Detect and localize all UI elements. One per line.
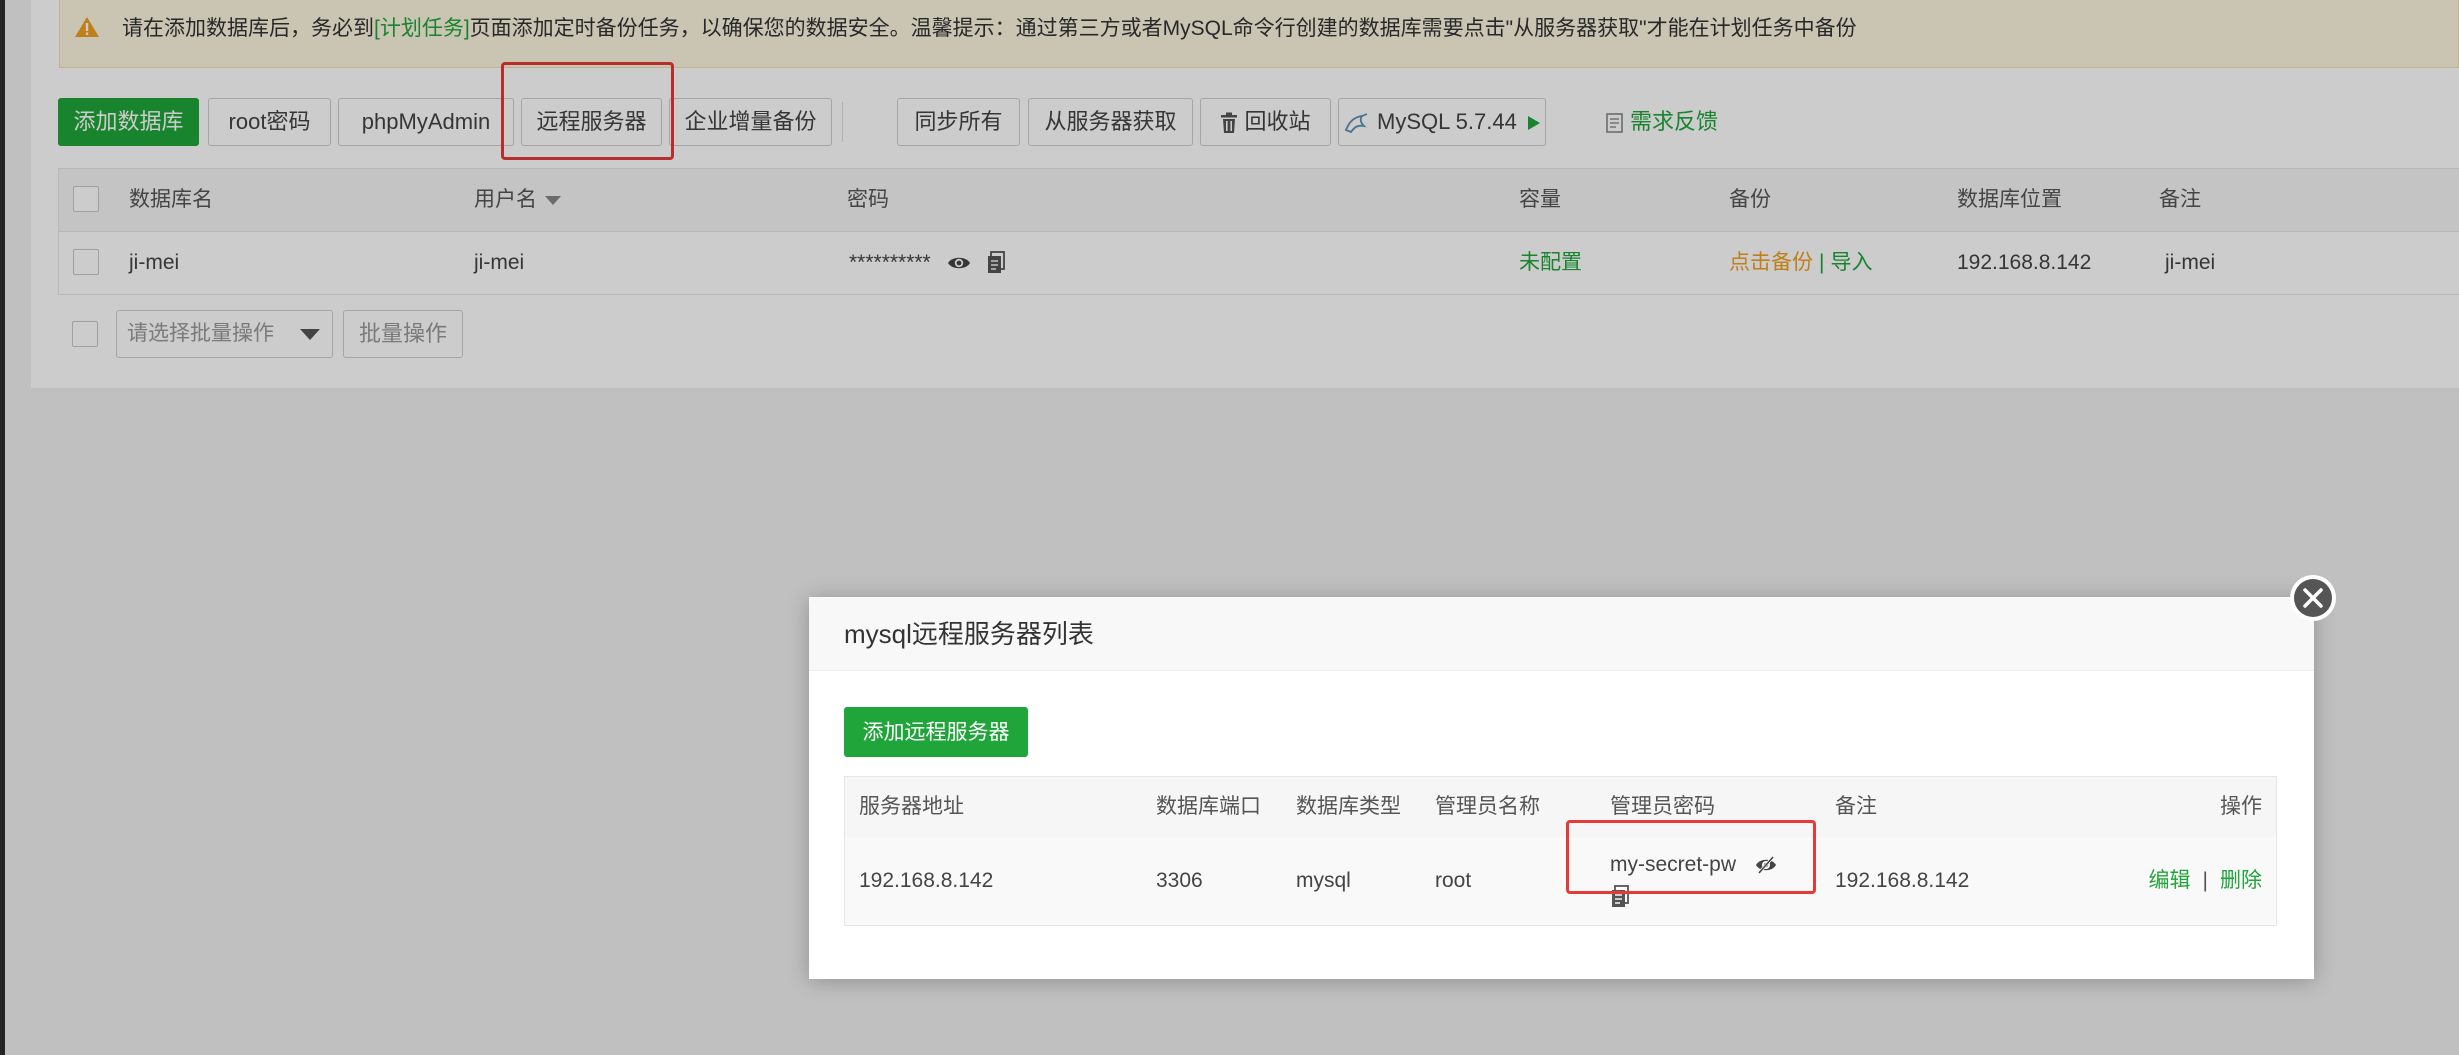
- col-remote-remark: 备注: [1835, 795, 1877, 818]
- add-remote-server-button[interactable]: 添加远程服务器: [844, 707, 1028, 757]
- actions-separator: |: [2202, 869, 2208, 892]
- col-server-address: 服务器地址: [859, 795, 964, 818]
- db-port-cell: 3306: [1156, 869, 1203, 892]
- delete-link[interactable]: 删除: [2220, 869, 2262, 892]
- eye-off-icon[interactable]: [1754, 855, 1778, 875]
- admin-password-text: my-secret-pw: [1610, 853, 1737, 876]
- remote-server-dialog: mysql远程服务器列表 添加远程服务器 服务器地址 数据库端口 数据库类型 管…: [809, 597, 2314, 979]
- copy-icon[interactable]: [1610, 885, 1630, 909]
- admin-password-cell: my-secret-pw: [1610, 851, 1778, 917]
- db-type-cell: mysql: [1296, 869, 1351, 892]
- remote-table-header: 服务器地址 数据库端口 数据库类型 管理员名称 管理员密码 备注 操作: [845, 777, 2276, 838]
- remote-remark-cell: 192.168.8.142: [1835, 869, 1970, 892]
- remote-server-table: 服务器地址 数据库端口 数据库类型 管理员名称 管理员密码 备注 操作 192.…: [844, 776, 2277, 926]
- table-row: 192.168.8.142 3306 mysql root my-secret-…: [845, 837, 2276, 925]
- edit-link[interactable]: 编辑: [2149, 869, 2191, 892]
- dialog-title: mysql远程服务器列表: [844, 619, 1094, 649]
- col-actions: 操作: [2220, 795, 2262, 818]
- close-icon[interactable]: [2288, 573, 2338, 623]
- col-admin-password: 管理员密码: [1610, 795, 1715, 818]
- actions-cell: 编辑 | 删除: [2149, 837, 2262, 925]
- col-db-type: 数据库类型: [1296, 795, 1401, 818]
- dialog-header: mysql远程服务器列表: [809, 597, 2314, 671]
- admin-password-copy-wrap: [1610, 885, 1778, 917]
- col-admin-name: 管理员名称: [1435, 795, 1540, 818]
- server-address-cell: 192.168.8.142: [859, 869, 994, 892]
- col-db-port: 数据库端口: [1156, 795, 1261, 818]
- admin-name-cell: root: [1435, 869, 1472, 892]
